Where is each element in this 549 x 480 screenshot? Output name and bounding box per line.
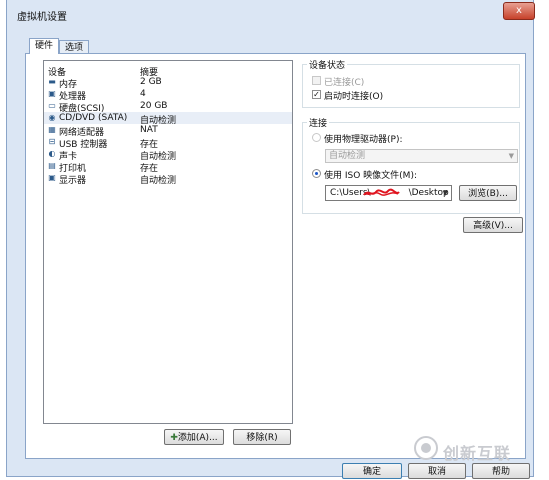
iso-image-radio[interactable]: [312, 169, 321, 178]
add-hardware-icon: ✚: [170, 433, 178, 443]
device-row[interactable]: ⊟ USB 控制器 存在: [44, 136, 292, 150]
add-button[interactable]: ✚添加(A)...: [164, 429, 224, 445]
device-name: CD/DVD (SATA): [59, 113, 128, 123]
remove-button[interactable]: 移除(R): [233, 429, 291, 445]
device-row[interactable]: ▭ 硬盘(SCSI) 20 GB: [44, 100, 292, 114]
hardware-panel: 设备 摘要 ▬ 内存 2 GB ▣ 处理器 4 ▭ 硬盘(SCSI) 20 GB ◉ CD/DVD …: [25, 53, 526, 459]
device-row[interactable]: ◐ 声卡 自动检测: [44, 148, 292, 162]
connected-checkbox[interactable]: [312, 76, 321, 85]
physical-drive-label: 使用物理驱动器(P):: [324, 135, 403, 145]
window-title: 虚拟机设置: [17, 12, 67, 23]
device-summary: 2 GB: [140, 77, 162, 87]
device-list-header: 设备 摘要: [44, 61, 292, 78]
close-icon: x: [516, 5, 522, 16]
iso-path-combo[interactable]: C:\Users\ \Desktop ▼: [325, 185, 452, 201]
device-row[interactable]: ▣ 显示器 自动检测: [44, 172, 292, 186]
display-icon: ▣: [48, 173, 56, 182]
watermark-logo-icon: [414, 436, 438, 460]
tab-hardware[interactable]: 硬件: [29, 38, 59, 54]
processor-icon: ▣: [48, 89, 56, 98]
physical-drive-select[interactable]: 自动检测 ▼: [325, 149, 518, 163]
network-adapter-icon: ▦: [48, 125, 56, 134]
connect-at-power-on-checkbox[interactable]: ✓: [312, 90, 321, 99]
device-list[interactable]: 设备 摘要 ▬ 内存 2 GB ▣ 处理器 4 ▭ 硬盘(SCSI) 20 GB ◉ CD/DVD …: [43, 60, 293, 424]
checkmark-icon: ✓: [313, 90, 320, 99]
connect-at-power-on-label: 启动时连接(O): [324, 92, 384, 102]
device-row[interactable]: ◉ CD/DVD (SATA) 自动检测: [44, 112, 292, 126]
vm-settings-window: 虚拟机设置 x 硬件 选项 设备 摘要 ▬ 内存 2 GB ▣ 处理器 4 ▭ 硬盘(SCSI…: [6, 0, 535, 479]
chevron-down-icon: ▼: [442, 189, 448, 197]
watermark-text: 创新互联: [443, 444, 512, 463]
chevron-down-icon: ▼: [508, 152, 514, 160]
connected-label: 已连接(C): [324, 78, 365, 88]
device-row[interactable]: ▣ 处理器 4: [44, 88, 292, 102]
close-button[interactable]: x: [503, 2, 535, 20]
device-summary: 4: [140, 89, 146, 99]
device-row[interactable]: ▦ 网络适配器 NAT: [44, 124, 292, 138]
printer-icon: ▤: [48, 161, 56, 170]
browse-button[interactable]: 浏览(B)...: [459, 185, 517, 201]
cd-dvd-icon: ◉: [48, 113, 56, 122]
watermark: 创新互联: [414, 434, 544, 463]
title-bar: 虚拟机设置 x: [7, 0, 535, 24]
device-status-title: 设备状态: [307, 58, 348, 71]
hard-disk-icon: ▭: [48, 101, 56, 110]
usb-icon: ⊟: [48, 137, 56, 146]
add-button-label: 添加(A)...: [177, 433, 218, 443]
iso-image-label: 使用 ISO 映像文件(M):: [324, 171, 417, 181]
redaction-scribble: [363, 188, 400, 196]
device-summary: NAT: [140, 125, 158, 135]
device-name: 显示器: [59, 176, 87, 186]
connection-title: 连接: [307, 116, 330, 129]
device-row[interactable]: ▤ 打印机 存在: [44, 160, 292, 174]
device-row[interactable]: ▬ 内存 2 GB: [44, 76, 292, 90]
physical-drive-radio[interactable]: [312, 133, 321, 142]
device-summary: 自动检测: [140, 176, 177, 186]
sound-card-icon: ◐: [48, 149, 56, 158]
device-summary: 20 GB: [140, 101, 168, 111]
physical-drive-value: 自动检测: [329, 151, 366, 161]
advanced-button[interactable]: 高级(V)...: [463, 217, 523, 233]
memory-icon: ▬: [48, 77, 56, 86]
